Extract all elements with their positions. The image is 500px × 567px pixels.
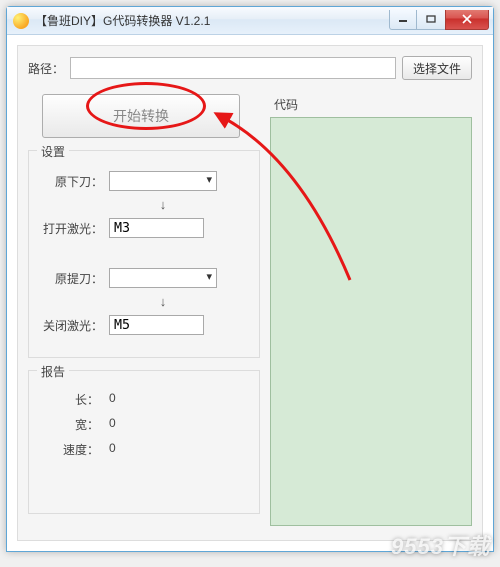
annotation-arrow [0,0,500,567]
watermark: 9553下载 [391,529,490,561]
